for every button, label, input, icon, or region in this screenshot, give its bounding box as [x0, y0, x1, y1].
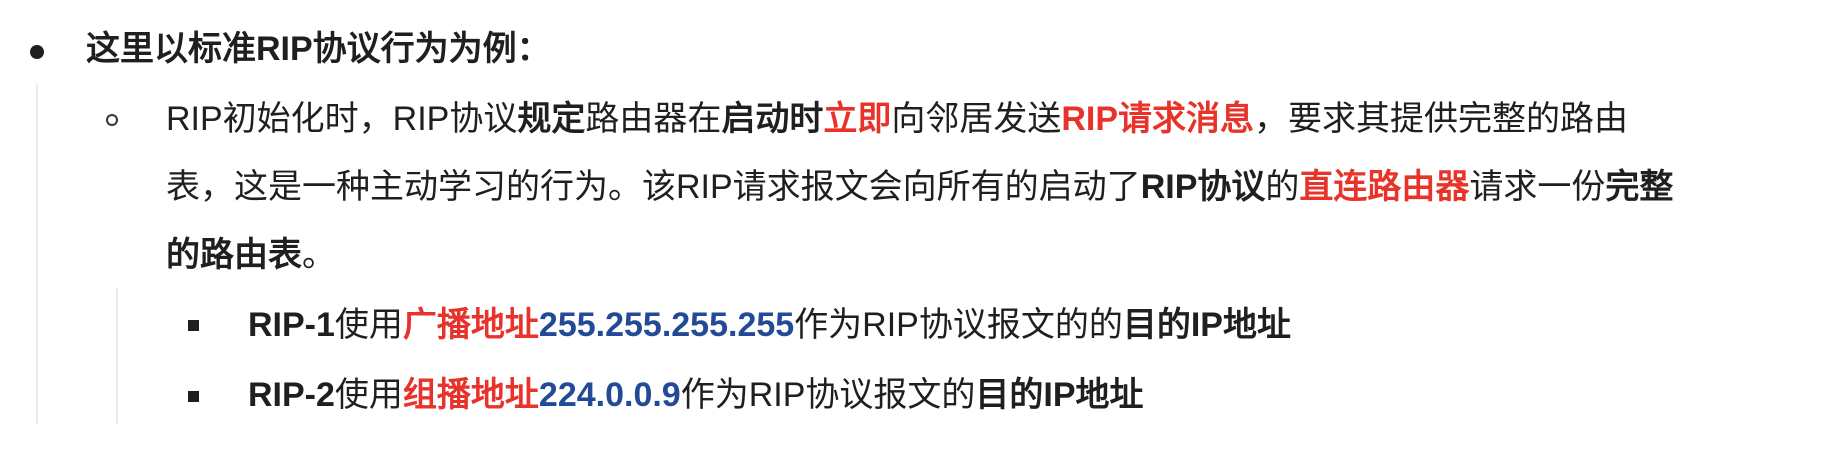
text-segment: 的 — [1265, 168, 1300, 206]
text-segment: 路由器在 — [585, 100, 722, 138]
sub-list-item-rip1: RIP-1使用广播地址255.255.255.255作为RIP协议报文的的目的I… — [248, 302, 1291, 348]
text-segment: 向邻居发送 — [891, 100, 1062, 138]
text-segment: ，要求其提供完整的路由 — [1254, 100, 1629, 138]
indent-guide-level-2 — [116, 288, 118, 424]
bold-text: 目的IP地址 — [1122, 306, 1291, 344]
highlight-red-text: 直连路由器 — [1299, 168, 1470, 206]
text-segment: 。 — [302, 236, 336, 274]
disc-bullet-icon — [30, 45, 44, 59]
highlight-red-text: 组播地址 — [402, 376, 539, 414]
bold-text: 完整 — [1605, 168, 1674, 206]
text-segment: 表，这是一种主动学习的行为。该RIP请求报文会向所有的启动了 — [166, 168, 1141, 206]
bold-text: 的路由表 — [166, 236, 302, 274]
highlight-red-text: 广播地址 — [402, 306, 539, 344]
sub-list-item-rip2: RIP-2使用组播地址224.0.0.9作为RIP协议报文的目的IP地址 — [248, 372, 1144, 418]
bold-text: 目的IP地址 — [975, 376, 1144, 414]
paragraph-line-1: RIP初始化时，RIP协议规定路由器在启动时立即向邻居发送RIP请求消息，要求其… — [166, 96, 1628, 142]
list-item-heading: 这里以标准RIP协议行为为例： — [86, 26, 551, 72]
text-segment: 作为RIP协议报文的的 — [794, 306, 1123, 344]
bold-text: RIP-2 — [248, 376, 335, 414]
square-bullet-icon — [188, 320, 199, 331]
highlight-red-text: 立即 — [823, 100, 892, 138]
indent-guide-level-1 — [36, 84, 38, 424]
document-body: 这里以标准RIP协议行为为例： RIP初始化时，RIP协议规定路由器在启动时立即… — [0, 0, 1834, 474]
bold-text: 启动时 — [721, 100, 824, 138]
circle-bullet-icon — [106, 114, 118, 126]
square-bullet-icon — [188, 391, 199, 402]
text-segment: 请求一份 — [1469, 168, 1606, 206]
text-segment: 使用 — [334, 306, 403, 344]
text-segment: 使用 — [334, 376, 403, 414]
highlight-blue-text: 224.0.0.9 — [538, 376, 681, 414]
text-segment: RIP初始化时，RIP协议 — [166, 100, 518, 138]
bold-text: RIP协议 — [1140, 168, 1266, 206]
bold-text: RIP-1 — [248, 306, 335, 344]
text-segment: 作为RIP协议报文的 — [680, 376, 976, 414]
heading-text: 这里以标准RIP协议行为为例： — [86, 30, 551, 68]
paragraph-line-3: 的路由表。 — [166, 232, 336, 278]
highlight-blue-text: 255.255.255.255 — [538, 306, 795, 344]
bold-text: 规定 — [517, 100, 586, 138]
paragraph-line-2: 表，这是一种主动学习的行为。该RIP请求报文会向所有的启动了RIP协议的直连路由… — [166, 164, 1673, 210]
highlight-red-text: RIP请求消息 — [1061, 100, 1255, 138]
